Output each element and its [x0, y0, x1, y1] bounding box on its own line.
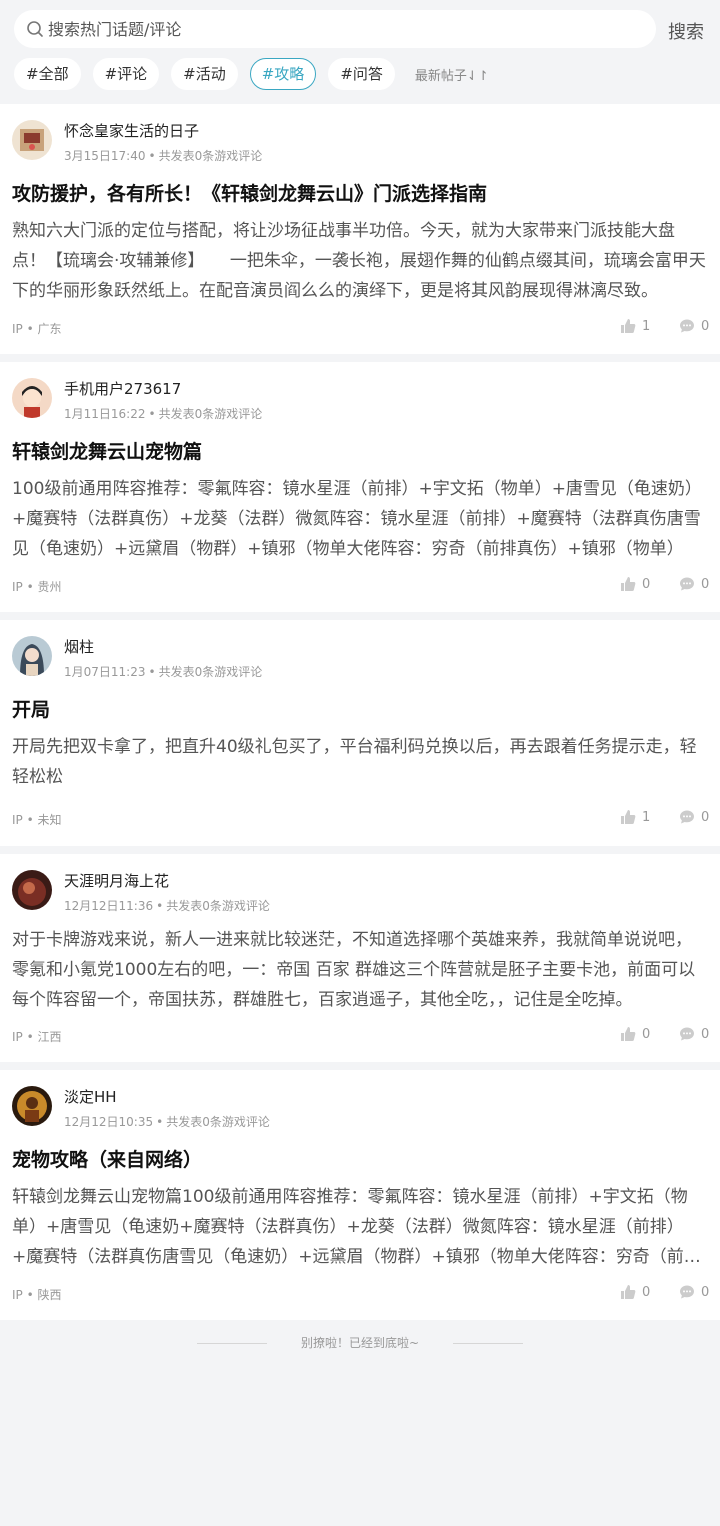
sort-toggle[interactable]: 最新帖子⇃↾ — [415, 65, 489, 84]
search-icon — [27, 21, 43, 37]
username[interactable]: 天涯明月海上花 — [64, 870, 169, 891]
thumbs-up-icon — [621, 1285, 636, 1299]
comment-button[interactable]: 0 — [679, 576, 709, 592]
post-body[interactable]: 开局先把双卡拿了，把直升40级礼包买了，平台福利码兑换以后，再去跟着任务提示走，… — [12, 732, 708, 792]
avatar[interactable] — [12, 1086, 52, 1126]
post-body[interactable]: 熟知六大门派的定位与搭配，将让沙场征战事半功倍。今天，就为大家带来门派技能大盘点… — [12, 216, 708, 306]
tag-all[interactable]: #全部 — [14, 58, 81, 90]
ip-location: IP • 未知 — [12, 813, 62, 827]
post-body[interactable]: 轩辕剑龙舞云山宠物篇100级前通用阵容推荐：零氟阵容：镜水星涯（前排）+宇文拓（… — [12, 1182, 708, 1272]
like-button[interactable]: 1 — [620, 809, 650, 825]
post-meta: 1月11日16:22 • 共发表0条游戏评论 — [64, 407, 263, 421]
tag-qa[interactable]: #问答 — [328, 58, 395, 90]
thumbs-up-icon — [621, 810, 636, 824]
comment-button[interactable]: 0 — [679, 318, 709, 334]
tag-comments[interactable]: #评论 — [92, 58, 160, 90]
post-meta: 12月12日10:35 • 共发表0条游戏评论 — [64, 1115, 270, 1129]
like-button[interactable]: 0 — [620, 1026, 650, 1042]
comment-icon — [680, 1285, 694, 1299]
comment-icon — [680, 1027, 694, 1041]
comment-button[interactable]: 0 — [679, 809, 709, 825]
username[interactable]: 怀念皇家生活的日子 — [64, 120, 199, 141]
header: 搜索 #全部 #评论 #活动 #攻略 #问答 最新帖子⇃↾ — [0, 0, 720, 104]
comment-icon — [680, 577, 694, 591]
divider — [196, 1343, 267, 1344]
post-body[interactable]: 100级前通用阵容推荐：零氟阵容：镜水星涯（前排）+宇文拓（物单）+唐雪见（龟速… — [12, 474, 708, 564]
avatar[interactable] — [12, 378, 52, 418]
post-title[interactable]: 攻防援护，各有所长！《轩辕剑龙舞云山》门派选择指南 — [12, 179, 487, 206]
comment-icon — [680, 319, 694, 333]
like-button[interactable]: 0 — [620, 1284, 650, 1300]
thumbs-up-icon — [621, 319, 636, 333]
comment-icon — [680, 810, 694, 824]
username[interactable]: 手机用户273617 — [64, 378, 181, 399]
post-meta: 12月12日11:36 • 共发表0条游戏评论 — [64, 899, 270, 913]
post-meta: 1月07日11:23 • 共发表0条游戏评论 — [64, 665, 263, 679]
avatar[interactable] — [12, 636, 52, 676]
post-meta: 3月15日17:40 • 共发表0条游戏评论 — [64, 149, 263, 163]
end-of-list-footer: 别撩啦！已经到底啦~ — [0, 1334, 720, 1351]
ip-location: IP • 广东 — [12, 322, 62, 336]
like-button[interactable]: 1 — [620, 318, 650, 334]
username[interactable]: 烟柱 — [64, 636, 94, 657]
post-title[interactable]: 开局 — [12, 695, 50, 722]
tag-events[interactable]: #活动 — [171, 58, 238, 90]
divider — [453, 1343, 524, 1344]
tag-bar: #全部 #评论 #活动 #攻略 #问答 最新帖子⇃↾ — [14, 58, 489, 90]
like-button[interactable]: 0 — [620, 576, 650, 592]
post-card[interactable]: 怀念皇家生活的日子 3月15日17:40 • 共发表0条游戏评论 攻防援护，各有所长… — [0, 104, 720, 354]
post-card[interactable]: 烟柱 1月07日11:23 • 共发表0条游戏评论 开局 开局先把双卡拿了，把直升4… — [0, 620, 720, 846]
search-button[interactable]: 搜索 — [668, 18, 704, 44]
post-body[interactable]: 对于卡牌游戏来说，新人一进来就比较迷茫，不知道选择哪个英雄来养，我就简单说说吧，… — [12, 925, 708, 1015]
username[interactable]: 淡定HH — [64, 1086, 117, 1107]
search-box[interactable] — [14, 10, 656, 48]
tag-guides[interactable]: #攻略 — [249, 58, 317, 90]
thumbs-up-icon — [621, 1027, 636, 1041]
comment-button[interactable]: 0 — [679, 1026, 709, 1042]
post-card[interactable]: 手机用户273617 1月11日16:22 • 共发表0条游戏评论 轩辕剑龙舞云山宠… — [0, 362, 720, 612]
post-title[interactable]: 轩辕剑龙舞云山宠物篇 — [12, 437, 202, 464]
ip-location: IP • 贵州 — [12, 580, 62, 594]
post-card[interactable]: 淡定HH 12月12日10:35 • 共发表0条游戏评论 宠物攻略（来自网络） 轩辕… — [0, 1070, 720, 1320]
footer-text: 别撩啦！已经到底啦~ — [300, 1336, 420, 1350]
post-title[interactable]: 宠物攻略（来自网络） — [12, 1145, 202, 1172]
comment-button[interactable]: 0 — [679, 1284, 709, 1300]
ip-location: IP • 陕西 — [12, 1288, 62, 1302]
avatar[interactable] — [12, 870, 52, 910]
avatar[interactable] — [12, 120, 52, 160]
ip-location: IP • 江西 — [12, 1030, 62, 1044]
thumbs-up-icon — [621, 577, 636, 591]
search-input[interactable] — [48, 19, 628, 39]
post-card[interactable]: 天涯明月海上花 12月12日11:36 • 共发表0条游戏评论 对于卡牌游戏来说，新… — [0, 854, 720, 1062]
